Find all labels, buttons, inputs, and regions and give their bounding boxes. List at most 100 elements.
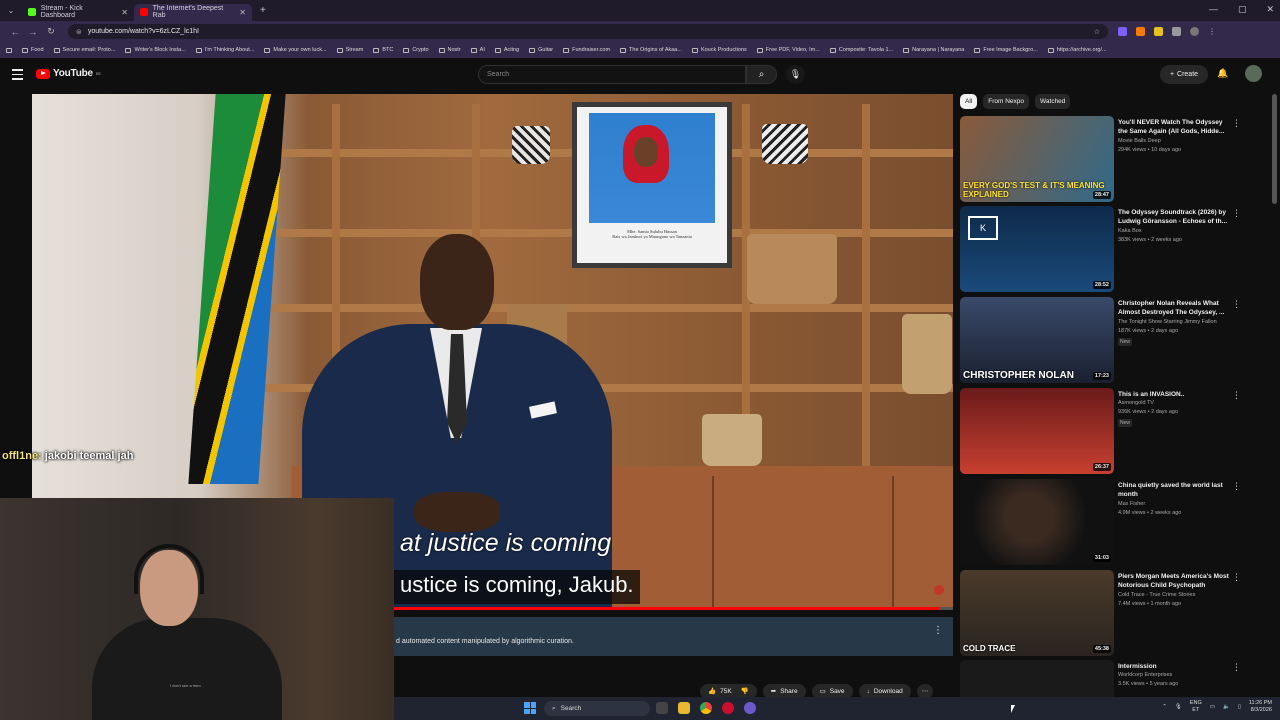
bookmark-item[interactable]: Kouck Productions [691,47,747,53]
page-scrollbar[interactable] [1272,94,1277,204]
video-title[interactable]: Intermission [1118,662,1232,671]
language-indicator[interactable]: ENG ET [1190,700,1202,714]
video-thumbnail[interactable]: EVERY GOD'S TEST & IT'S MEANING EXPLAINE… [960,116,1114,202]
recommendation-item[interactable]: CHRISTOPHER NOLAN 17:23 Christopher Nola… [960,297,1260,385]
recommendation-item[interactable]: 26:37 This is an INVASION.. Asmongold TV… [960,388,1260,476]
new-tab-button[interactable]: + [260,5,266,16]
taskbar-search[interactable]: ⌕ Search [544,701,650,716]
video-title[interactable]: You'll NEVER Watch The Odyssey the Same … [1118,118,1232,136]
site-info-icon[interactable]: ⊜ [76,28,82,36]
bookmark-item[interactable]: Writer's Block Insta... [125,47,186,53]
more-options-icon[interactable]: ⋮ [1232,118,1241,129]
chrome-icon[interactable] [700,702,712,714]
bookmark-item[interactable]: Narayana | Narayana [903,47,964,53]
recommendation-item[interactable]: K 28:52 The Odyssey Soundtrack (2026) by… [960,206,1260,294]
chip-from-channel[interactable]: From Nexpo [983,94,1029,109]
tab-search-icon[interactable]: ⌄ [0,6,22,15]
tab-kick-dashboard[interactable]: Stream - Kick Dashboard ✕ [22,4,134,21]
recommendation-item[interactable]: EVERY GOD'S TEST & IT'S MEANING EXPLAINE… [960,116,1260,204]
more-options-icon[interactable]: ⋮ [1232,662,1241,673]
youtube-logo[interactable]: YouTube EE [36,68,101,79]
profile-icon[interactable] [1190,27,1199,36]
channel-name[interactable]: Movie Balls Deep [1118,138,1161,144]
video-thumbnail[interactable]: 31:03 [960,479,1114,565]
video-title[interactable]: Piers Morgan Meets America's Most Notori… [1118,572,1232,590]
back-icon[interactable]: ← [8,27,22,37]
extension-icon[interactable] [1154,27,1163,36]
video-title[interactable]: This is an INVASION.. [1118,390,1232,399]
video-thumbnail[interactable]: COLD TRACE 45:38 [960,570,1114,656]
bookmark-item[interactable]: Composite: Tavola 1... [829,47,893,53]
create-button[interactable]: + Create [1160,65,1208,84]
forward-icon[interactable]: → [26,27,40,37]
tab-close-icon[interactable]: ✕ [239,8,246,17]
extension-icon[interactable] [1172,27,1181,36]
search-button[interactable]: ⌕ [746,65,777,84]
channel-name[interactable]: Kaka Box [1118,228,1142,234]
network-icon[interactable]: ▭ [1210,704,1215,710]
thumbs-down-icon[interactable]: 👎 [741,687,749,695]
bookmark-item[interactable]: https://archive.org/... [1047,47,1107,53]
thumbs-up-icon[interactable]: 👍 [708,687,716,695]
close-window-icon[interactable]: ✕ [1266,4,1274,15]
volume-icon[interactable]: 🔈 [1223,704,1230,710]
tray-chevron-icon[interactable]: ⌃ [1162,704,1167,710]
windows-start-icon[interactable] [524,702,536,714]
video-title[interactable]: China quietly saved the world last month [1118,481,1232,499]
bookmark-item[interactable]: Food [22,47,44,53]
microphone-icon[interactable]: 🎙 [1175,704,1182,710]
account-avatar[interactable] [1245,65,1262,82]
task-view-icon[interactable] [656,702,668,714]
apps-icon[interactable] [6,47,12,53]
chip-watched[interactable]: Watched [1035,94,1071,109]
video-thumbnail[interactable]: CHRISTOPHER NOLAN 17:23 [960,297,1114,383]
channel-name[interactable]: The Tonight Show Starring Jimmy Fallon [1118,319,1217,325]
recommendation-item[interactable]: 31:03 China quietly saved the world last… [960,479,1260,567]
search-input[interactable]: Search [478,65,746,84]
maximize-icon[interactable]: ▢ [1238,4,1247,15]
video-title[interactable]: The Odyssey Soundtrack (2026) by Ludwig … [1118,208,1232,226]
clock[interactable]: 11:26 PM 8/3/2026 [1249,700,1272,714]
tab-youtube-video[interactable]: The Internet's Deepest Rab ✕ [134,3,252,21]
minimize-icon[interactable]: — [1209,4,1218,15]
more-options-icon[interactable]: ⋮ [1232,390,1241,401]
bookmark-item[interactable]: Guitar [529,47,553,53]
channel-name[interactable]: Max Fisher [1118,501,1145,507]
tab-close-icon[interactable]: ✕ [121,8,128,17]
channel-name[interactable]: Cold Trace - True Crime Stories [1118,592,1195,598]
video-thumbnail[interactable] [960,660,1114,697]
bookmark-item[interactable]: BTC [373,47,393,53]
bookmark-item[interactable]: Secure email: Proto... [53,47,115,53]
menu-icon[interactable]: ⋮ [1208,27,1217,36]
more-options-icon[interactable]: ⋮ [1232,572,1241,583]
more-options-icon[interactable]: ⋮ [1232,299,1241,310]
bookmark-item[interactable]: Acting [494,47,519,53]
video-title[interactable]: Christopher Nolan Reveals What Almost De… [1118,299,1232,317]
bookmark-item[interactable]: Make your own luck... [264,47,327,53]
bookmark-item[interactable]: I'm Thinking About... [195,47,254,53]
url-field[interactable]: ⊜ youtube.com/watch?v=6zLCZ_lc1hI ☆ [68,24,1108,39]
reload-icon[interactable]: ↻ [44,26,58,37]
channel-name[interactable]: Asmongold TV [1118,400,1154,406]
recommendation-item[interactable]: Intermission Worldcorp Enterprises 3.5K … [960,660,1260,697]
notifications-bell-icon[interactable]: 🔔 [1217,68,1228,79]
bookmark-item[interactable]: Nostr [438,47,461,53]
bookmark-item[interactable]: Fundraiser.com [563,47,610,53]
extension-icon[interactable] [1136,27,1145,36]
chip-all[interactable]: All [960,94,978,109]
voice-search-icon[interactable]: 🎙 [786,65,805,84]
bookmark-item[interactable]: Free PDF, Video, Im... [756,47,820,53]
bookmark-star-icon[interactable]: ☆ [1094,28,1100,36]
app-icon[interactable] [722,702,734,714]
video-thumbnail[interactable]: 26:37 [960,388,1114,474]
bookmark-item[interactable]: The Origins of Akaa... [620,47,682,53]
channel-name[interactable]: Worldcorp Enterprises [1118,672,1172,678]
bookmark-item[interactable]: Crypto [403,47,429,53]
file-explorer-icon[interactable] [678,702,690,714]
bookmark-item[interactable]: Free Image Backgro... [974,47,1038,53]
obs-icon[interactable] [744,702,756,714]
bookmark-item[interactable]: Stream [336,47,363,53]
hamburger-menu-icon[interactable] [12,69,23,83]
more-options-icon[interactable]: ⋮ [1232,481,1241,492]
more-options-icon[interactable]: ⋮ [1232,208,1241,219]
